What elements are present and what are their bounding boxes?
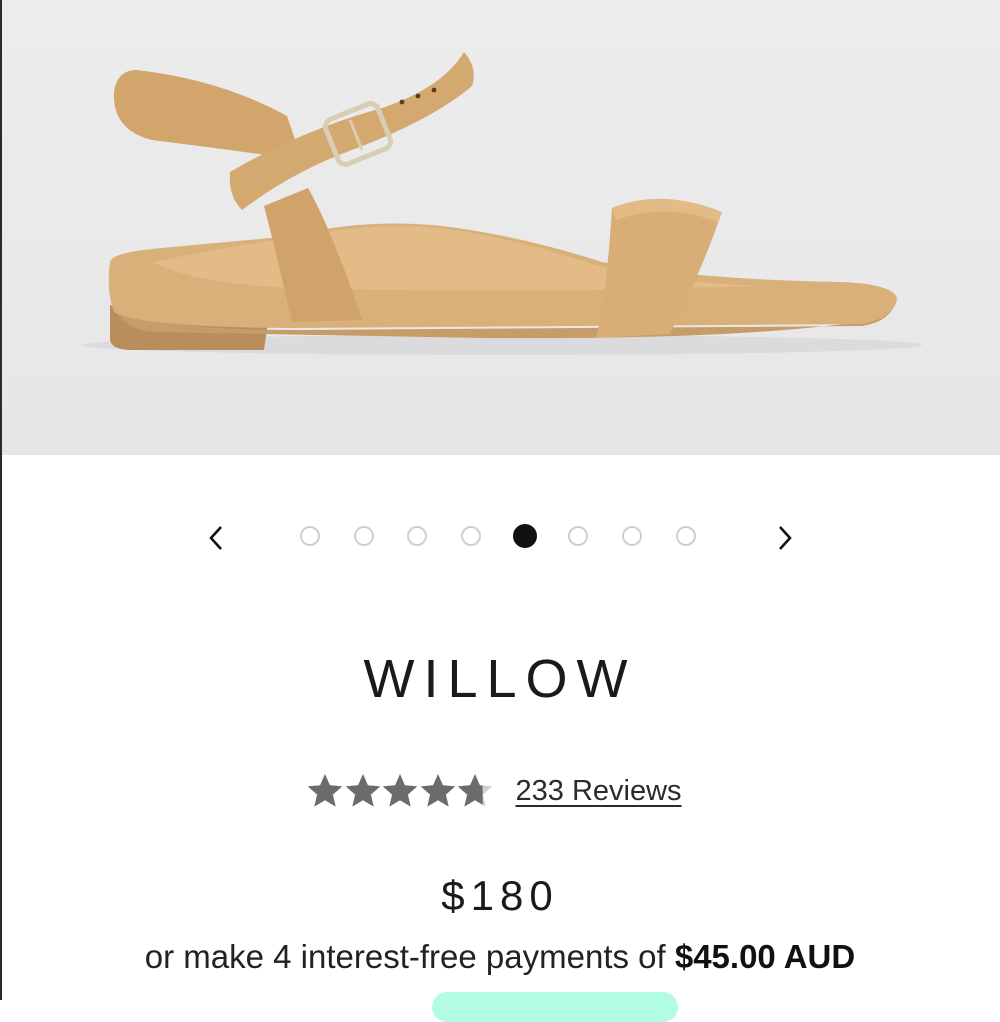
carousel-dots	[300, 524, 730, 548]
installment-text: or make 4 interest-free payments of $45.…	[0, 938, 1000, 976]
carousel-dot[interactable]	[568, 526, 589, 546]
installment-prefix: or make 4 interest-free payments of	[144, 938, 675, 975]
star-icon	[345, 774, 380, 807]
reviews-link[interactable]: 233 Reviews	[516, 775, 682, 808]
installment-amount: $45.00 AUD	[674, 938, 856, 975]
carousel-dot[interactable]	[461, 526, 482, 546]
image-carousel-controls	[0, 516, 1000, 560]
product-rating: 233 Reviews	[306, 772, 682, 810]
product-image[interactable]	[2, 0, 1000, 455]
carousel-dot-active[interactable]	[512, 524, 537, 548]
carousel-dot[interactable]	[407, 526, 428, 546]
star-icon	[457, 774, 493, 807]
carousel-dot[interactable]	[622, 526, 643, 546]
sandal-illustration	[82, 52, 922, 355]
carousel-next-button[interactable]	[763, 516, 807, 560]
carousel-dot[interactable]	[353, 526, 374, 546]
product-title: WILLOW	[363, 649, 637, 709]
chevron-right-icon	[779, 526, 792, 550]
star-icon	[420, 774, 455, 807]
afterpay-badge[interactable]	[432, 992, 678, 1022]
carousel-dot[interactable]	[300, 526, 320, 546]
star-rating	[306, 772, 494, 810]
star-icon	[382, 774, 418, 807]
product-price: $180	[441, 872, 559, 919]
star-icon	[307, 774, 343, 807]
carousel-prev-button[interactable]	[194, 516, 238, 560]
chevron-left-icon	[209, 526, 222, 550]
carousel-dot[interactable]	[675, 526, 696, 546]
